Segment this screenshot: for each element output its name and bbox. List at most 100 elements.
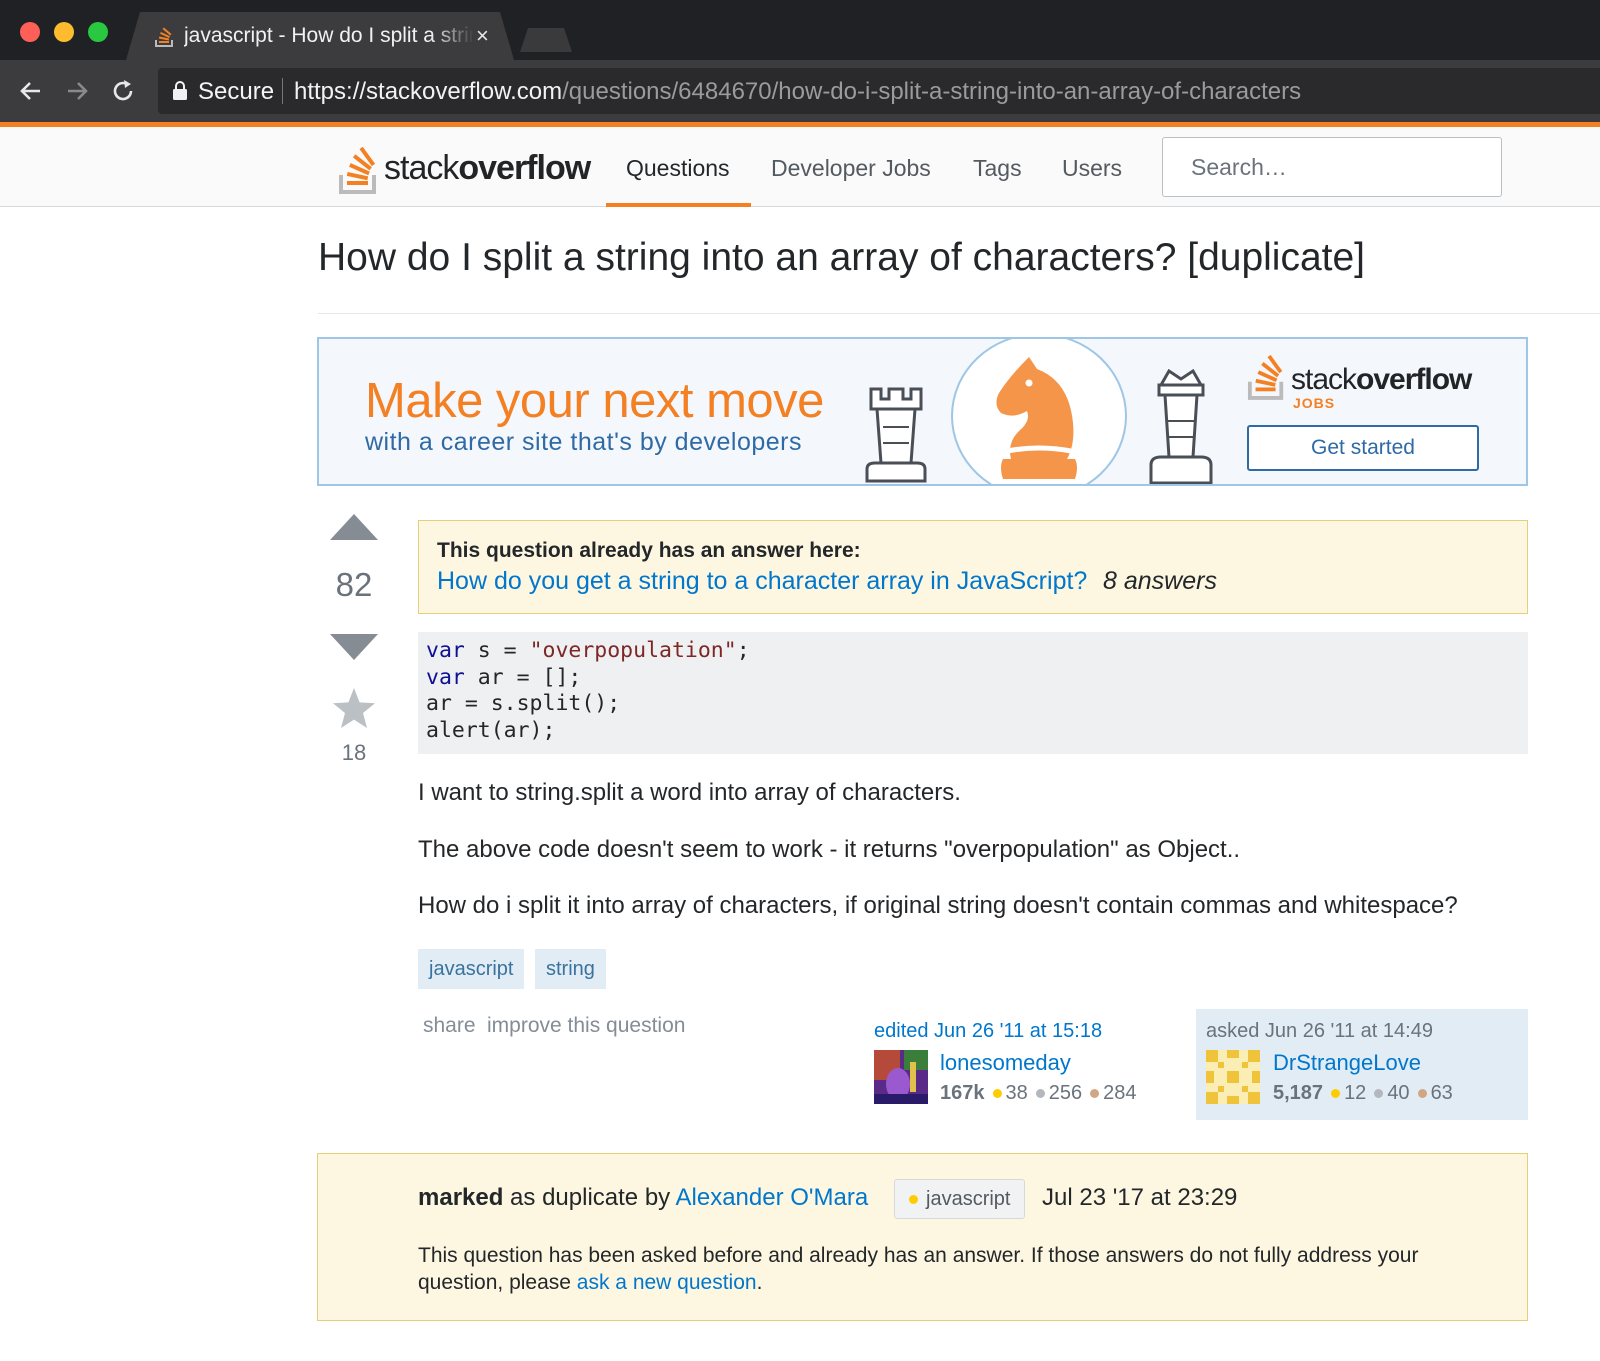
editor-avatar-image	[874, 1050, 928, 1104]
editor-bronze-count: 284	[1103, 1082, 1137, 1104]
bronze-badge-icon	[1090, 1088, 1100, 1098]
improve-question-link[interactable]: improve this question	[487, 1014, 685, 1038]
stackoverflow-logo[interactable]: stackoverflow	[338, 137, 598, 197]
browser-tab-bar: javascript - How do I split a string int…	[0, 0, 1600, 60]
closed-text-before: This question has been asked before and …	[418, 1244, 1419, 1294]
site-header: stackoverflow Questions Developer Jobs T…	[0, 127, 1600, 207]
favorite-star-icon[interactable]	[332, 686, 376, 730]
nav-tags[interactable]: Tags	[973, 155, 1022, 182]
code-text: ;	[736, 638, 750, 663]
ad-jobs-label: JOBS	[1293, 395, 1336, 411]
tab-title: javascript - How do I split a string int…	[184, 24, 474, 47]
back-arrow-icon[interactable]	[16, 76, 46, 106]
post-paragraph: I want to string.split a word into array…	[418, 779, 961, 806]
moderator-link[interactable]: Alexander O'Mara	[676, 1184, 869, 1211]
closed-tag-label: javascript	[926, 1188, 1011, 1210]
ad-headline: Make your next move	[365, 374, 824, 428]
editor-gold-count: 38	[1005, 1082, 1028, 1104]
asked-timestamp: asked Jun 26 '11 at 14:49	[1206, 1020, 1433, 1042]
code-string: "overpopulation"	[529, 638, 737, 663]
editor-name-link[interactable]: lonesomeday	[940, 1050, 1071, 1076]
ad-logo-bold: overflow	[1356, 363, 1472, 396]
post-paragraph: The above code doesn't seem to work - it…	[418, 836, 1241, 863]
closed-text-after: .	[756, 1271, 763, 1294]
maximize-window-button[interactable]	[88, 22, 108, 42]
question-title[interactable]: How do I split a string into an array of…	[318, 236, 1365, 280]
share-link[interactable]: share	[423, 1014, 476, 1038]
owner-avatar[interactable]	[1206, 1050, 1260, 1104]
owner-identicon-image	[1206, 1050, 1260, 1104]
owner-gold-count: 12	[1344, 1082, 1367, 1104]
title-divider	[318, 313, 1600, 314]
gold-badge-icon	[1331, 1088, 1341, 1098]
browser-tab[interactable]: javascript - How do I split a string int…	[126, 12, 514, 60]
logo-wordmark: stackoverflow	[384, 149, 591, 188]
bronze-badge-icon	[1417, 1088, 1427, 1098]
duplicate-notice: This question already has an answer here…	[418, 520, 1528, 614]
get-started-button[interactable]: Get started	[1247, 425, 1479, 471]
closed-heading: marked as duplicate by Alexander O'Mara	[418, 1184, 868, 1212]
ad-logo-light: stack	[1291, 363, 1357, 396]
owner-rep-score: 5,187	[1273, 1082, 1324, 1104]
nav-developer-jobs[interactable]: Developer Jobs	[771, 155, 931, 182]
url-host: https://stackoverflow.com	[294, 78, 563, 105]
editor-rep-score: 167k	[940, 1082, 985, 1104]
close-window-button[interactable]	[20, 22, 40, 42]
tag-string[interactable]: string	[535, 949, 606, 989]
url-text[interactable]: https://stackoverflow.com/questions/6484…	[294, 78, 1301, 106]
gold-badge-icon	[909, 1194, 918, 1204]
rook-chess-icon	[865, 387, 927, 483]
favorite-count: 18	[341, 740, 367, 765]
owner-name-link[interactable]: DrStrangeLove	[1273, 1050, 1421, 1076]
closed-date: Jul 23 '17 at 23:29	[1042, 1184, 1238, 1211]
stackoverflow-favicon-icon	[155, 27, 173, 47]
knight-chess-icon	[996, 357, 1077, 479]
active-nav-indicator	[606, 203, 751, 207]
ad-subline: with a career site that's by developers	[365, 428, 802, 456]
downvote-arrow-icon[interactable]	[330, 634, 378, 660]
editor-silver-count: 256	[1048, 1082, 1083, 1104]
silver-badge-icon	[1374, 1088, 1384, 1098]
nav-users[interactable]: Users	[1062, 155, 1122, 182]
logo-bold: overflow	[458, 149, 591, 187]
ad-logo-wordmark: stackoverflow	[1291, 363, 1472, 397]
vote-count: 82	[335, 566, 373, 603]
forward-arrow-icon[interactable]	[62, 76, 92, 106]
closed-gold-tag[interactable]: javascript	[894, 1179, 1026, 1219]
duplicate-heading: This question already has an answer here…	[437, 539, 861, 562]
tab-close-icon[interactable]: ×	[476, 24, 489, 48]
edited-timestamp-link[interactable]: edited Jun 26 '11 at 15:18	[874, 1020, 1102, 1043]
address-bar[interactable]: Secure https://stackoverflow.com/questio…	[158, 68, 1600, 114]
nav-questions[interactable]: Questions	[626, 155, 730, 182]
code-block: var s = "overpopulation"; var ar = []; a…	[418, 632, 1528, 754]
tag-javascript[interactable]: javascript	[418, 949, 525, 989]
code-text: ar = [];	[464, 664, 582, 690]
new-tab-button[interactable]	[520, 28, 572, 52]
stackoverflow-logo-icon	[339, 146, 376, 194]
stackoverflow-jobs-logo-icon	[1247, 354, 1284, 400]
owner-card: asked Jun 26 '11 at 14:49 DrStrangeLove …	[1196, 1009, 1528, 1120]
silver-badge-icon	[1035, 1088, 1045, 1098]
gold-badge-icon	[992, 1088, 1002, 1098]
queen-chess-icon	[1149, 368, 1213, 484]
code-text: alert(ar);	[426, 717, 556, 743]
closed-explanation: This question has been asked before and …	[418, 1242, 1478, 1296]
upvote-arrow-icon[interactable]	[330, 514, 378, 540]
logo-light: stack	[384, 149, 459, 187]
ask-new-question-link[interactable]: ask a new question	[577, 1271, 757, 1294]
code-text: ar = s.split();	[426, 691, 621, 716]
lock-icon	[173, 81, 187, 100]
jobs-banner-ad[interactable]: Make your next move with a career site t…	[317, 337, 1528, 486]
owner-silver-count: 40	[1387, 1082, 1410, 1104]
search-input[interactable]	[1162, 137, 1502, 197]
browser-toolbar: Secure https://stackoverflow.com/questio…	[0, 60, 1600, 122]
editor-avatar[interactable]	[874, 1050, 928, 1104]
closed-duplicate-notice: marked as duplicate by Alexander O'Mara …	[317, 1153, 1528, 1321]
minimize-window-button[interactable]	[54, 22, 74, 42]
code-keyword: var	[426, 638, 465, 663]
marked-label: marked	[418, 1184, 504, 1211]
owner-bronze-count: 63	[1430, 1082, 1453, 1104]
reload-icon[interactable]	[108, 76, 138, 106]
duplicate-question-link[interactable]: How do you get a string to a character a…	[437, 567, 1087, 596]
address-separator	[282, 78, 283, 104]
